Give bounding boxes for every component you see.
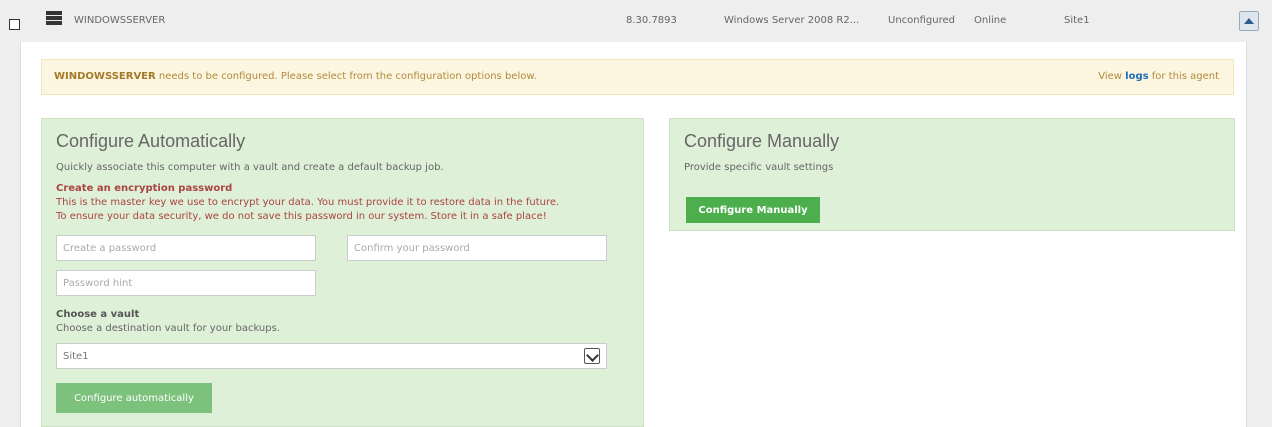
- confirm-password-input[interactable]: [347, 235, 607, 261]
- encryption-warning-line-2: To ensure your data security, we do not …: [56, 211, 547, 222]
- agent-online-status: Online: [974, 15, 1007, 26]
- configure-automatically-box: Configure Automatically Quickly associat…: [41, 118, 644, 427]
- configure-manually-button[interactable]: Configure Manually: [686, 197, 820, 223]
- configure-automatically-title: Configure Automatically: [56, 131, 246, 151]
- password-hint-input[interactable]: [56, 270, 316, 296]
- notice-message-text: needs to be configured. Please select fr…: [155, 71, 537, 82]
- logs-link[interactable]: logs: [1125, 71, 1148, 82]
- view-logs-suffix: for this agent: [1148, 71, 1219, 82]
- checkbox-icon[interactable]: [9, 19, 20, 30]
- agent-site: Site1: [1064, 15, 1090, 26]
- view-logs-text: View logs for this agent: [1098, 71, 1219, 82]
- notice-agent-name: WINDOWSSERVER: [54, 71, 156, 82]
- vault-select[interactable]: Site1: [56, 343, 607, 369]
- create-password-input[interactable]: [56, 235, 316, 261]
- agent-row[interactable]: WINDOWSSERVER 8.30.7893 Windows Server 2…: [0, 0, 1272, 42]
- agent-name[interactable]: WINDOWSSERVER: [74, 15, 165, 26]
- agent-version: 8.30.7893: [626, 15, 677, 26]
- configure-automatically-description: Quickly associate this computer with a v…: [56, 162, 444, 173]
- choose-vault-title: Choose a vault: [56, 309, 140, 320]
- agent-config-status: Unconfigured: [888, 15, 955, 26]
- configuration-notice: WINDOWSSERVER needs to be configured. Pl…: [41, 59, 1234, 95]
- agent-config-panel: WINDOWSSERVER needs to be configured. Pl…: [20, 42, 1247, 427]
- configure-automatically-button[interactable]: Configure automatically: [56, 383, 212, 413]
- collapse-button[interactable]: [1239, 11, 1259, 31]
- view-logs-prefix: View: [1098, 71, 1126, 82]
- agent-os: Windows Server 2008 R2...: [724, 15, 860, 26]
- choose-vault-description: Choose a destination vault for your back…: [56, 323, 280, 334]
- configure-manually-title: Configure Manually: [684, 131, 840, 151]
- configure-manually-box: Configure Manually Provide specific vaul…: [669, 118, 1235, 231]
- vault-selected-value: Site1: [63, 351, 89, 362]
- encryption-password-title: Create an encryption password: [56, 183, 233, 194]
- notice-message: WINDOWSSERVER needs to be configured. Pl…: [54, 71, 537, 82]
- server-icon: [46, 11, 62, 25]
- encryption-warning-line-1: This is the master key we use to encrypt…: [56, 197, 560, 208]
- configure-manually-description: Provide specific vault settings: [684, 162, 834, 173]
- chevron-down-icon[interactable]: [584, 348, 600, 364]
- chevron-up-icon: [1244, 18, 1254, 24]
